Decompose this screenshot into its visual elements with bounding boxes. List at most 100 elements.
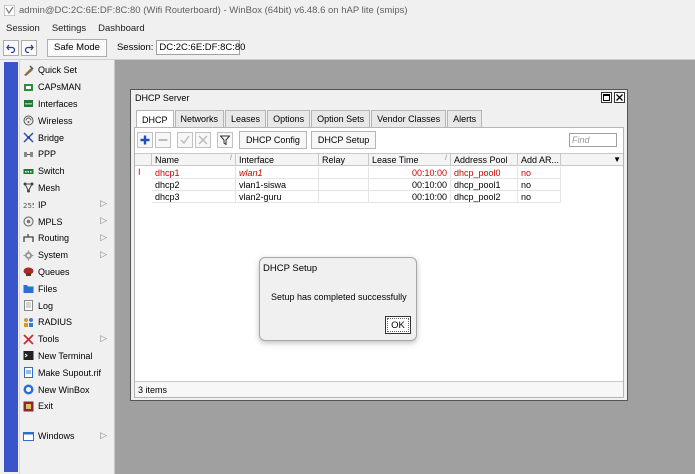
cell-interface: wlan1: [236, 167, 319, 179]
ok-button[interactable]: OK: [385, 316, 411, 334]
column-header-lease-time[interactable]: Lease Time /: [369, 154, 451, 166]
column-header-name[interactable]: Name /: [152, 154, 236, 166]
remove-icon[interactable]: [155, 132, 171, 148]
radius-icon: [24, 317, 33, 327]
column-header-interface[interactable]: Interface: [236, 154, 319, 166]
tab-option-sets[interactable]: Option Sets: [311, 110, 371, 127]
sidebar-item-exit[interactable]: Exit: [20, 398, 115, 415]
tab-alerts[interactable]: Alerts: [447, 110, 483, 127]
sidebar-item-label: RADIUS: [38, 317, 73, 328]
tab-options[interactable]: Options: [267, 110, 311, 127]
tools-icon: [23, 334, 34, 345]
dhcp-setup-dialog: DHCP Setup Setup has completed successfu…: [259, 257, 417, 341]
tab-leases[interactable]: Leases: [225, 110, 267, 127]
submenu-arrow-icon: ▷: [100, 430, 107, 440]
submenu-arrow-icon: ▷: [100, 198, 107, 209]
cell-name: dhcp2: [152, 179, 236, 191]
cell-interface: vlan2-guru: [236, 191, 319, 203]
sidebar-item-ppp[interactable]: PPP: [20, 146, 115, 163]
column-header-relay[interactable]: Relay: [319, 154, 369, 166]
sidebar-item-tools[interactable]: Tools ▷: [20, 331, 115, 348]
terminal-icon: [23, 351, 34, 361]
session-field[interactable]: DC:2C:6E:DF:8C:80: [156, 40, 245, 55]
dhcp-setup-button[interactable]: DHCP Setup: [310, 131, 377, 149]
table-row[interactable]: dhcp2 vlan1-siswa 00:10:00 dhcp_pool1 no: [135, 179, 623, 191]
sidebar-item-label: Log: [38, 300, 54, 311]
sidebar-item-label: MPLS: [38, 216, 63, 227]
queues-icon: [23, 267, 34, 277]
disable-icon[interactable]: [195, 132, 211, 148]
menu-bar: Session Settings Dashboard: [0, 20, 695, 36]
menu-dashboard[interactable]: Dashboard: [98, 23, 144, 34]
add-icon[interactable]: [137, 132, 153, 148]
flag-column-header[interactable]: [135, 154, 152, 166]
tab-networks[interactable]: Networks: [174, 110, 225, 127]
sidebar-item-capsman[interactable]: CAPsMAN: [20, 79, 115, 96]
sidebar-item-quick-set[interactable]: Quick Set: [20, 62, 115, 79]
column-dropdown-icon[interactable]: ▼: [613, 155, 621, 164]
sidebar-item-label: Windows: [38, 431, 75, 442]
redo-icon[interactable]: [21, 39, 37, 56]
dhcp-config-button[interactable]: DHCP Config: [239, 131, 307, 149]
winbox-icon: [23, 384, 34, 395]
maximize-icon[interactable]: [601, 92, 612, 103]
sidebar-item-routing[interactable]: Routing ▷: [20, 230, 115, 247]
undo-icon[interactable]: [3, 39, 19, 56]
column-header-add-arp[interactable]: Add AR...: [518, 154, 561, 166]
menu-session[interactable]: Session: [6, 23, 40, 34]
session-label: Session:: [116, 42, 154, 53]
table-row[interactable]: dhcp3 vlan2-guru 00:10:00 dhcp_pool2 no: [135, 191, 623, 203]
panel-toolbar: DHCP Config DHCP Setup: [137, 131, 377, 149]
bridge-icon: [23, 132, 34, 143]
sidebar-item-label: PPP: [38, 149, 57, 160]
submenu-arrow-icon: ▷: [100, 248, 107, 259]
wireless-icon: [23, 115, 34, 126]
cell-add-arp: no: [518, 179, 561, 191]
cell-add-arp: no: [518, 167, 561, 179]
dhcp-window-titlebar[interactable]: DHCP Server: [131, 90, 627, 105]
sidebar-item-label: CAPsMAN: [38, 82, 82, 93]
sidebar-item-bridge[interactable]: Bridge: [20, 129, 115, 146]
sidebar-item-new-winbox[interactable]: New WinBox: [20, 381, 115, 398]
sidebar-item-system[interactable]: System ▷: [20, 247, 115, 264]
sidebar-item-ip[interactable]: 255 IP ▷: [20, 196, 115, 213]
cell-name: dhcp3: [152, 191, 236, 203]
cell-relay: [319, 179, 369, 191]
sidebar-item-label: System: [38, 250, 69, 261]
sidebar-item-mpls[interactable]: MPLS ▷: [20, 213, 115, 230]
submenu-arrow-icon: ▷: [100, 332, 107, 343]
sidebar-item-make-supout[interactable]: Make Supout.rif: [20, 364, 115, 381]
sidebar-item-windows[interactable]: Windows ▷: [20, 428, 115, 445]
sidebar-item-log[interactable]: Log: [20, 297, 115, 314]
svg-text:255: 255: [23, 202, 34, 210]
sidebar-item-queues[interactable]: Queues: [20, 264, 115, 281]
tab-vendor-classes[interactable]: Vendor Classes: [371, 110, 447, 127]
safe-mode-button[interactable]: Safe Mode: [47, 38, 107, 57]
sidebar-item-wireless[interactable]: Wireless: [20, 112, 115, 129]
enable-icon[interactable]: [177, 132, 193, 148]
sidebar-item-files[interactable]: Files: [20, 280, 115, 297]
sidebar-item-radius[interactable]: RADIUS: [20, 314, 115, 331]
exit-icon: [23, 401, 34, 412]
submenu-arrow-icon: ▷: [100, 232, 107, 242]
column-header-address-pool[interactable]: Address Pool: [451, 154, 518, 166]
sidebar-item-label: Bridge: [38, 132, 65, 143]
supout-icon: [24, 367, 33, 379]
sidebar-item-new-terminal[interactable]: New Terminal: [20, 348, 115, 365]
tab-dhcp[interactable]: DHCP: [136, 110, 174, 128]
sidebar-item-switch[interactable]: Switch: [20, 163, 115, 180]
sidebar-item-label: Mesh: [38, 182, 61, 193]
sidebar-item-mesh[interactable]: Mesh: [20, 180, 115, 197]
cell-add-arp: no: [518, 191, 561, 203]
cell-lease-time: 00:10:00: [369, 191, 451, 203]
status-bar: 3 items: [135, 381, 623, 397]
table-row[interactable]: I dhcp1 wlan1 00:10:00 dhcp_pool0 no: [135, 167, 623, 179]
dialog-message: Setup has completed successfully: [271, 292, 407, 302]
menu-settings[interactable]: Settings: [52, 23, 86, 34]
filter-icon[interactable]: [217, 132, 233, 148]
sidebar-item-interfaces[interactable]: Interfaces: [20, 96, 115, 113]
interfaces-icon: [24, 100, 33, 108]
find-input[interactable]: Find: [569, 133, 617, 147]
close-icon[interactable]: [614, 92, 625, 103]
sidebar-item-label: New Terminal: [38, 350, 93, 361]
